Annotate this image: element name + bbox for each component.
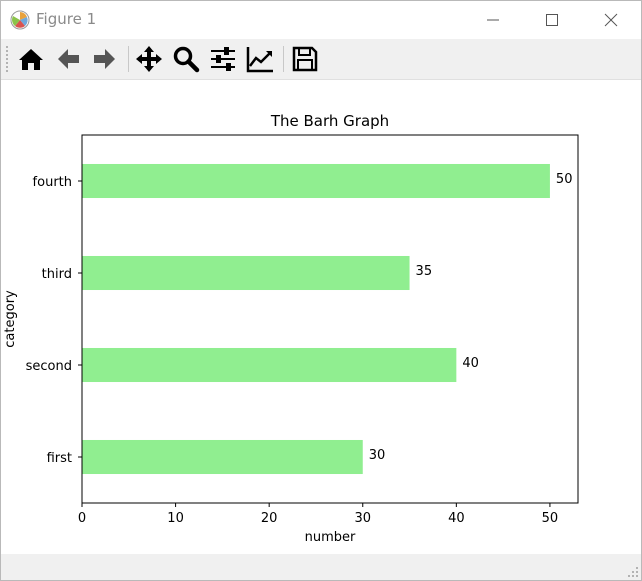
data-label: 40 — [462, 356, 479, 371]
minimize-icon — [487, 19, 499, 21]
minimize-button[interactable] — [464, 1, 522, 39]
maximize-button[interactable] — [523, 1, 581, 39]
floppy-disk-icon — [292, 46, 318, 72]
y-tick-label: first — [47, 451, 72, 466]
bar-first — [82, 439, 363, 475]
x-tick-label: 0 — [78, 511, 86, 526]
pan-button[interactable] — [133, 43, 165, 75]
barh-chart: 30 40 35 50 0 10 20 30 40 50 first second third fourt… — [3, 134, 579, 545]
chart-line-icon — [246, 47, 273, 73]
figure-window: Figure 1 The Barh Graph 30 40 35 50 0 10… — [0, 0, 642, 581]
y-tick-label: third — [42, 267, 72, 282]
y-tick-label: second — [26, 359, 72, 374]
x-axis-label: number — [305, 530, 356, 545]
x-tick-label: 50 — [542, 511, 559, 526]
x-tick-label: 20 — [261, 511, 278, 526]
x-tick-label: 10 — [167, 511, 184, 526]
resize-grip-icon[interactable] — [627, 566, 639, 578]
title-bar: Figure 1 — [1, 1, 641, 39]
forward-button[interactable] — [89, 43, 121, 75]
configure-subplots-button[interactable] — [207, 43, 239, 75]
arrow-right-icon — [94, 49, 115, 69]
close-button[interactable] — [582, 1, 640, 39]
figure-canvas[interactable]: The Barh Graph 30 40 35 50 0 10 20 30 40 50 first s… — [1, 91, 641, 554]
search-icon — [173, 46, 200, 73]
maximize-icon — [546, 14, 558, 26]
toolbar-grip-icon[interactable] — [5, 45, 9, 73]
bar-fourth — [82, 163, 550, 199]
window-title: Figure 1 — [36, 10, 97, 28]
bar-second — [82, 347, 457, 383]
matplotlib-logo-icon — [10, 10, 30, 30]
edit-axis-button[interactable] — [244, 43, 276, 75]
toolbar-separator — [283, 46, 284, 72]
y-axis-label: category — [3, 290, 18, 348]
arrow-left-icon — [58, 49, 79, 69]
home-button[interactable] — [15, 43, 47, 75]
data-label: 30 — [369, 448, 386, 463]
sliders-icon — [211, 47, 235, 71]
data-label: 50 — [556, 172, 573, 187]
x-tick-label: 30 — [354, 511, 371, 526]
y-tick-label: fourth — [33, 175, 72, 190]
back-button[interactable] — [52, 43, 84, 75]
close-icon — [604, 13, 618, 27]
bar-third — [82, 255, 410, 291]
save-button[interactable] — [289, 43, 321, 75]
status-bar — [1, 554, 641, 580]
data-label: 35 — [416, 264, 433, 279]
navigation-toolbar — [1, 39, 641, 80]
toolbar-separator — [128, 46, 129, 72]
move-icon — [136, 46, 162, 72]
home-icon — [19, 49, 43, 70]
x-tick-label: 40 — [448, 511, 465, 526]
zoom-button[interactable] — [170, 43, 202, 75]
